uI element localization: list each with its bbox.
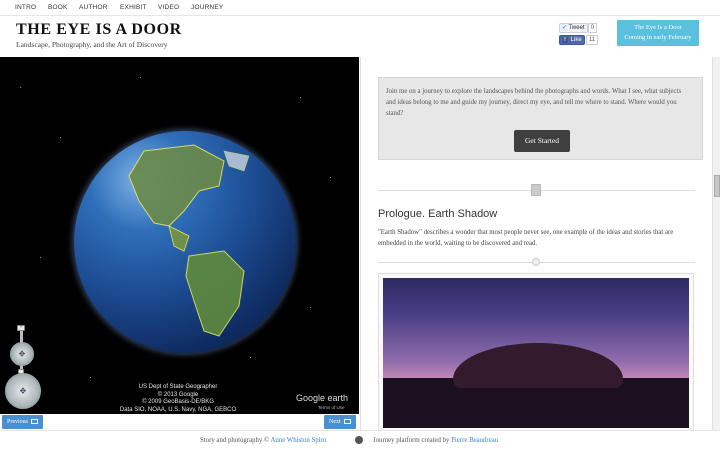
previous-label: Previous — [7, 419, 28, 425]
pan-navigation-control[interactable]: ✥ — [5, 373, 41, 409]
chapter-description: "Earth Shadow" describes a wonder that m… — [378, 229, 674, 247]
top-nav: INTRO BOOK AUTHOR EXHIBIT VIDEO JOURNEY — [0, 0, 720, 16]
google-earth-view[interactable]: + = − ✥ ✥ — [0, 57, 359, 430]
cta-line-1: The Eye Is a Door — [634, 24, 682, 31]
author-link[interactable]: Anne Whiston Spirn — [271, 437, 327, 444]
nav-author[interactable]: AUTHOR — [79, 4, 108, 11]
continents-outline — [128, 144, 250, 337]
nav-exhibit[interactable]: EXHIBIT — [120, 4, 147, 11]
next-label: Next — [329, 419, 341, 425]
nav-intro[interactable]: INTRO — [15, 4, 36, 11]
tweet-button[interactable]: ✓ Tweet — [559, 23, 588, 33]
document-icon — [531, 184, 541, 196]
facebook-like-button[interactable]: f Like — [559, 35, 585, 45]
get-started-button[interactable]: Get Started — [514, 130, 570, 152]
look-around-control[interactable]: ✥ — [10, 342, 34, 366]
intro-text: Join me on a journey to explore the land… — [386, 88, 682, 117]
look-icon: ✥ — [18, 349, 26, 359]
uluru-rock — [453, 343, 623, 388]
pan-arrows-icon: ✥ — [19, 386, 27, 396]
nav-book[interactable]: BOOK — [48, 4, 68, 11]
facebook-icon: f — [562, 37, 568, 43]
chapter-title: Prologue. Earth Shadow — [378, 208, 498, 220]
tweet-count: 0 — [588, 23, 597, 33]
like-count: 11 — [586, 35, 598, 45]
book-announcement-button[interactable]: The Eye Is a Door Coming in early Februa… — [617, 20, 699, 46]
story-credit: Story and photography © Anne Whiston Spi… — [200, 437, 327, 444]
map-attribution: US Dept of State Geographer © 2013 Googl… — [119, 384, 237, 413]
next-button[interactable]: Next — [324, 415, 356, 429]
tweet-label: Tweet — [568, 25, 585, 31]
cta-line-2: Coming in early February — [624, 34, 692, 41]
twitter-bird-icon: ✓ — [562, 25, 568, 31]
previous-button[interactable]: Previous — [2, 415, 43, 429]
zoom-in-icon[interactable]: + — [17, 325, 25, 331]
image-icon — [343, 419, 351, 425]
earth-shadow-photo[interactable] — [383, 278, 689, 428]
intro-box: Join me on a journey to explore the land… — [378, 77, 703, 160]
globe-bottom-bar — [0, 414, 359, 430]
like-label: Like — [570, 37, 582, 43]
google-earth-logo: Google earth — [296, 393, 349, 403]
platform-author-link[interactable]: Pierre Beaudreau — [451, 437, 498, 444]
globe-icon — [355, 436, 363, 444]
journey-content-panel[interactable]: Join me on a journey to explore the land… — [360, 57, 720, 430]
earth-globe[interactable] — [74, 131, 296, 353]
content-scrollbar[interactable] — [712, 57, 720, 430]
scroll-thumb[interactable] — [714, 175, 720, 197]
photo-frame — [378, 273, 694, 430]
site-tagline: Landscape, Photography, and the Art of D… — [16, 40, 168, 49]
image-icon — [31, 419, 38, 425]
globe-icon — [532, 258, 540, 266]
site-title[interactable]: THE EYE IS A DOOR — [16, 21, 182, 39]
nav-video[interactable]: VIDEO — [158, 4, 179, 11]
platform-credit: Journey platform created by Pierre Beaud… — [373, 437, 499, 444]
terms-of-use-link[interactable]: Terms of Use — [318, 405, 345, 410]
nav-journey[interactable]: JOURNEY — [191, 4, 223, 11]
footer: Story and photography © Anne Whiston Spi… — [0, 430, 720, 450]
